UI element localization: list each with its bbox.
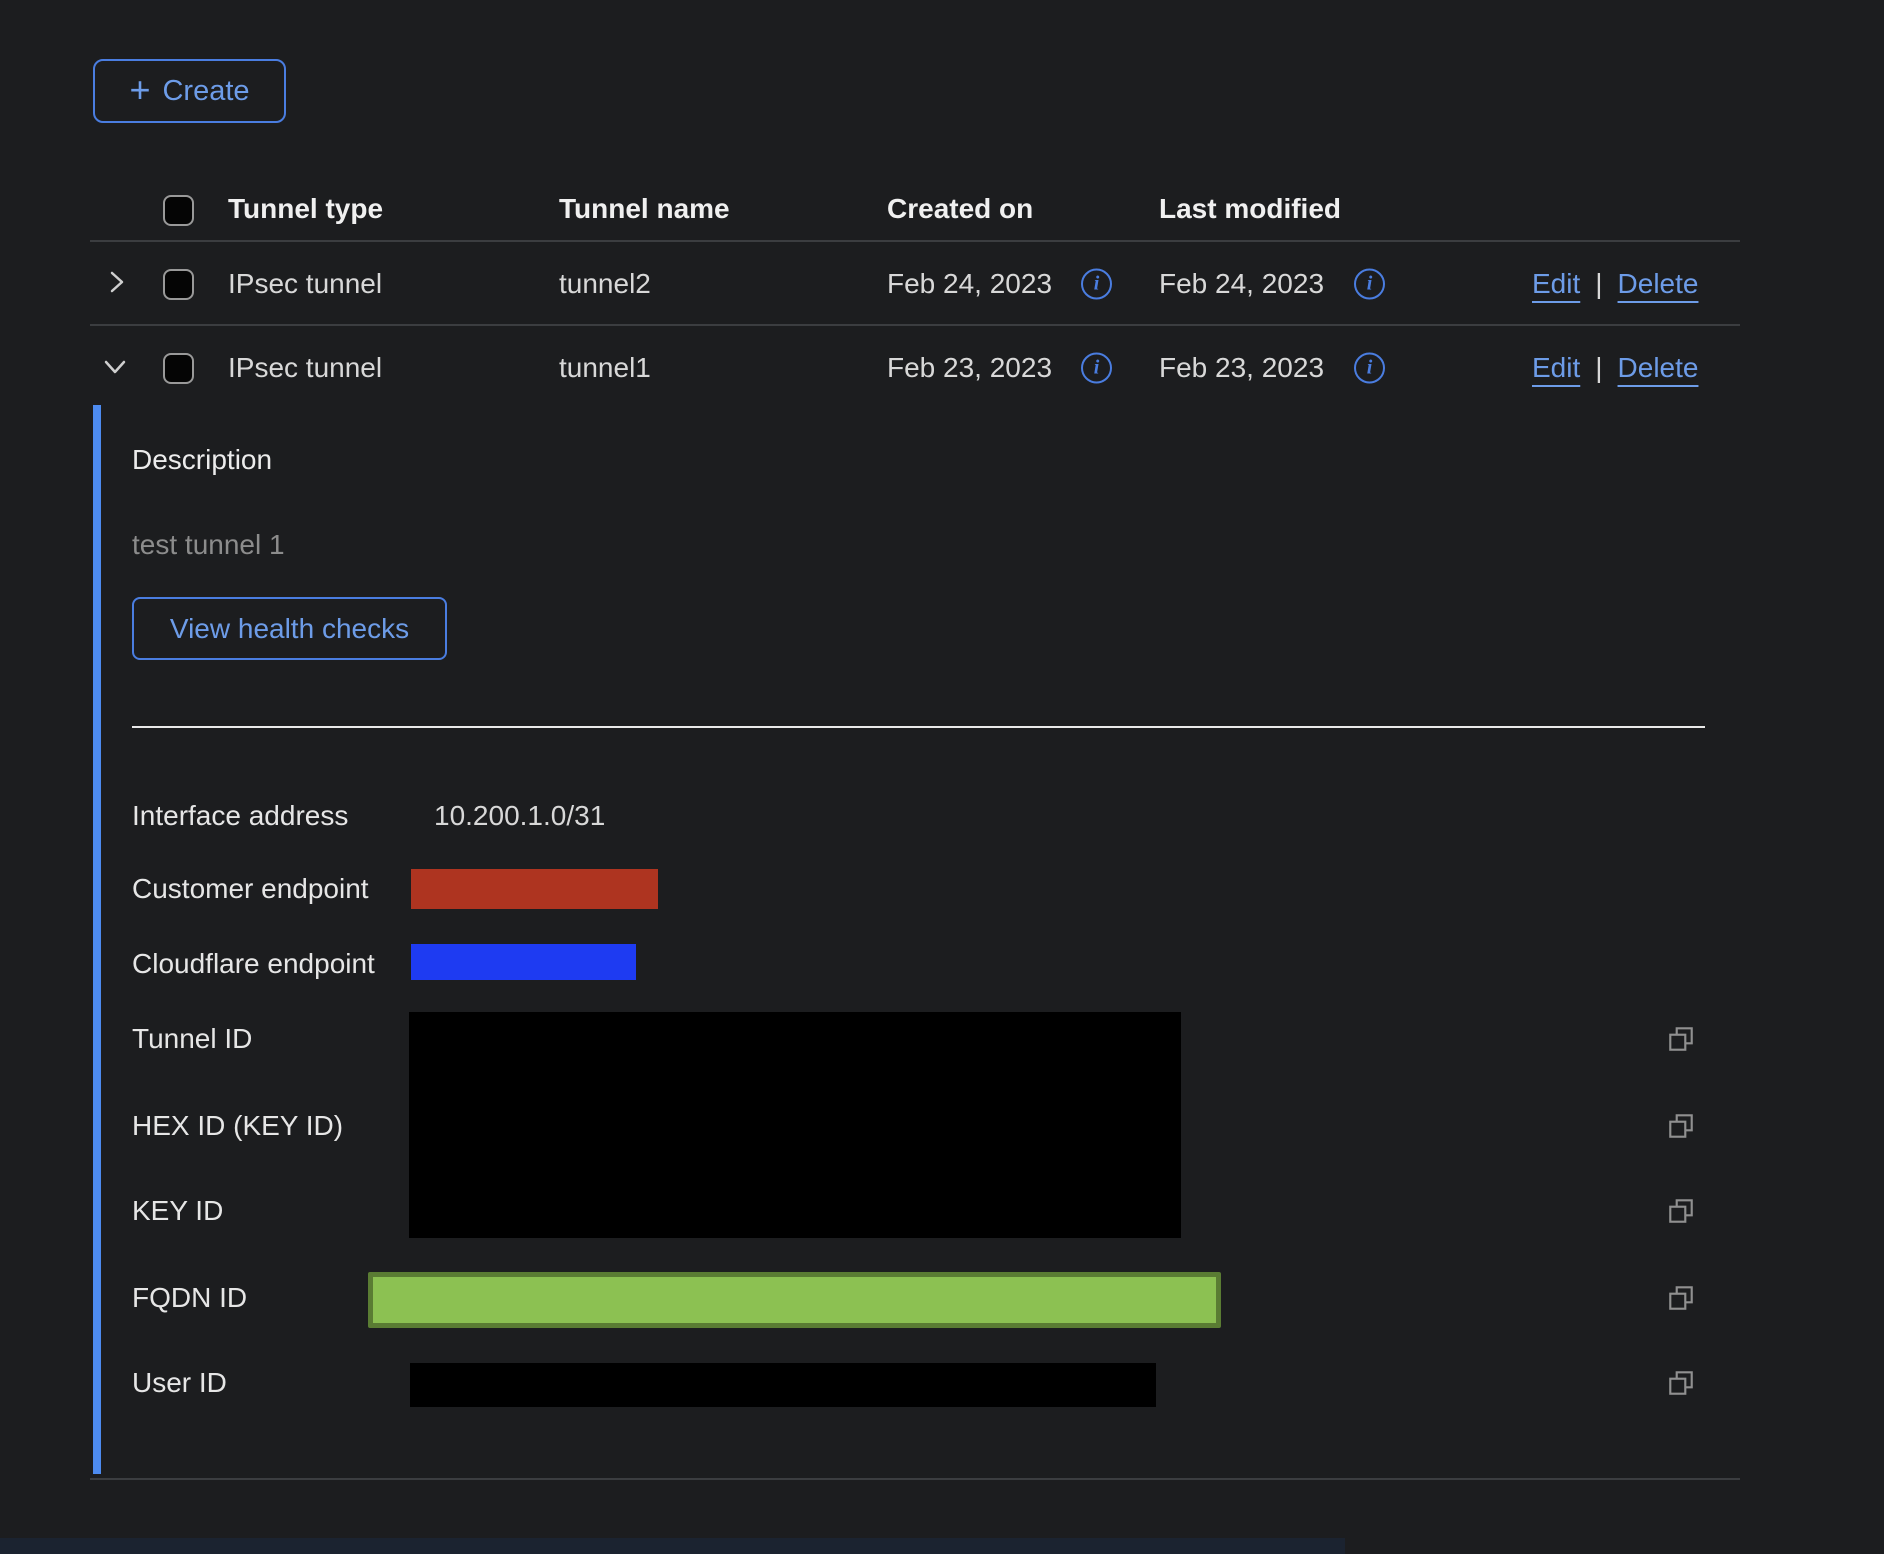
create-button[interactable]: + Create [93, 59, 286, 123]
info-icon[interactable]: i [1081, 353, 1112, 384]
redaction-block-red-customer-endpoint [411, 869, 658, 909]
tunnel-type-cell: IPsec tunnel [228, 268, 382, 300]
info-icon[interactable]: i [1354, 353, 1385, 384]
last-modified-cell: Feb 23, 2023 [1159, 352, 1324, 384]
redaction-block-green-fqdn-id [368, 1272, 1221, 1328]
field-label-key-id: KEY ID [132, 1195, 223, 1227]
row-checkbox-tunnel2[interactable] [163, 269, 194, 300]
info-icon[interactable]: i [1081, 269, 1112, 300]
delete-link-tunnel1[interactable]: Delete [1618, 352, 1699, 384]
copy-icon [1666, 1196, 1696, 1226]
ipsec-tunnels-page: + Create Tunnel type Tunnel name Created… [0, 0, 1884, 1554]
column-header-last-modified: Last modified [1159, 193, 1341, 225]
field-label-fqdn-id: FQDN ID [132, 1282, 247, 1314]
tunnel-name-cell: tunnel2 [559, 268, 651, 300]
copy-button-tunnel-id[interactable] [1666, 1024, 1696, 1054]
column-header-tunnel-type: Tunnel type [228, 193, 383, 225]
section-divider [132, 726, 1705, 728]
info-icon[interactable]: i [1354, 269, 1385, 300]
copy-icon [1666, 1283, 1696, 1313]
copy-icon [1666, 1368, 1696, 1398]
copy-icon [1666, 1024, 1696, 1054]
table-bottom-divider [90, 1478, 1740, 1480]
edit-link-tunnel2[interactable]: Edit [1532, 268, 1580, 300]
field-label-tunnel-id: Tunnel ID [132, 1023, 252, 1055]
bottom-selection-strip [0, 1538, 1345, 1554]
column-header-created-on: Created on [887, 193, 1033, 225]
view-health-checks-label: View health checks [170, 613, 409, 645]
copy-button-key-id[interactable] [1666, 1196, 1696, 1226]
field-label-interface-address: Interface address [132, 800, 348, 832]
row-checkbox-tunnel1[interactable] [163, 353, 194, 384]
create-button-label: Create [162, 75, 249, 108]
header-divider [90, 240, 1740, 242]
created-on-cell: Feb 24, 2023 [887, 268, 1052, 300]
tunnel-type-cell: IPsec tunnel [228, 352, 382, 384]
redaction-block-black-ids [409, 1012, 1181, 1238]
view-health-checks-button[interactable]: View health checks [132, 597, 447, 660]
redaction-block-blue-cloudflare-endpoint [411, 944, 636, 980]
field-label-hex-id: HEX ID (KEY ID) [132, 1110, 343, 1142]
column-header-tunnel-name: Tunnel name [559, 193, 730, 225]
field-label-user-id: User ID [132, 1367, 227, 1399]
edit-link-tunnel1[interactable]: Edit [1532, 352, 1580, 384]
expanded-row-accent-bar [93, 405, 101, 1474]
delete-link-tunnel2[interactable]: Delete [1618, 268, 1699, 300]
tunnel-name-cell: tunnel1 [559, 352, 651, 384]
redaction-block-black-user-id [410, 1363, 1156, 1407]
row-divider [90, 324, 1740, 326]
created-on-cell: Feb 23, 2023 [887, 352, 1052, 384]
select-all-checkbox[interactable] [163, 195, 194, 226]
collapse-chevron-down-icon[interactable] [102, 354, 128, 380]
copy-button-user-id[interactable] [1666, 1368, 1696, 1398]
field-label-cloudflare-endpoint: Cloudflare endpoint [132, 948, 375, 980]
description-heading: Description [132, 444, 272, 476]
expand-chevron-right-icon[interactable] [104, 269, 130, 295]
description-text: test tunnel 1 [132, 529, 285, 561]
field-label-customer-endpoint: Customer endpoint [132, 873, 369, 905]
action-separator: | [1595, 268, 1602, 300]
row-actions: Edit | Delete [1532, 268, 1698, 300]
field-value-interface-address: 10.200.1.0/31 [434, 800, 605, 832]
row-actions: Edit | Delete [1532, 352, 1698, 384]
copy-icon [1666, 1111, 1696, 1141]
action-separator: | [1595, 352, 1602, 384]
copy-button-fqdn-id[interactable] [1666, 1283, 1696, 1313]
copy-button-hex-id[interactable] [1666, 1111, 1696, 1141]
last-modified-cell: Feb 24, 2023 [1159, 268, 1324, 300]
